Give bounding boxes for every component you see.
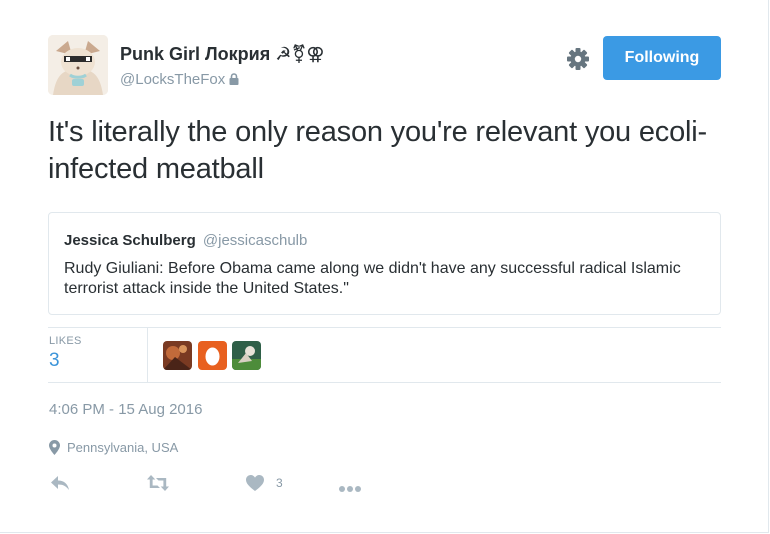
quoted-tweet[interactable]: Jessica Schulberg @jessicaschulb Rudy Gi… <box>48 212 721 315</box>
avatar[interactable] <box>48 35 108 95</box>
liker-avatar[interactable] <box>163 341 192 370</box>
likes-count[interactable]: 3 <box>49 350 60 372</box>
tweet-text: It's literally the only reason you're re… <box>48 116 707 185</box>
user-screen-name[interactable]: @LocksTheFox <box>120 71 239 89</box>
tweet-permalink: Punk Girl Локрия ☭⚧⚢ @LocksTheFox Follow… <box>0 0 769 533</box>
tweet-timestamp[interactable]: 4:06 PM - 15 Aug 2016 <box>49 401 202 418</box>
quoted-tweet-header: Jessica Schulberg @jessicaschulb <box>64 232 307 249</box>
user-display-name[interactable]: Punk Girl Локрия ☭⚧⚢ <box>120 44 325 65</box>
heart-icon[interactable] <box>245 474 265 497</box>
gear-icon[interactable] <box>565 46 591 72</box>
stats-divider-top <box>48 327 721 328</box>
lock-icon <box>229 72 239 89</box>
more-icon[interactable] <box>338 480 362 498</box>
like-count: 3 <box>276 476 283 490</box>
screen-name-text[interactable]: @LocksTheFox <box>120 71 225 88</box>
likes-label: LIKES <box>49 335 82 347</box>
liker-avatar[interactable] <box>232 341 261 370</box>
following-button[interactable]: Following <box>603 36 721 80</box>
stats-divider-bottom <box>48 382 721 383</box>
liker-avatar[interactable] <box>198 341 227 370</box>
quoted-user-handle[interactable]: @jessicaschulb <box>203 232 307 249</box>
retweet-icon[interactable] <box>146 474 170 497</box>
reply-icon[interactable] <box>50 474 70 497</box>
tweet-location[interactable]: Pennsylvania, USA <box>49 440 178 458</box>
quoted-tweet-text: Rudy Giuliani: Before Obama came along w… <box>64 260 681 297</box>
stats-divider-vertical <box>147 328 148 382</box>
quoted-user-name[interactable]: Jessica Schulberg <box>64 232 196 249</box>
location-pin-icon <box>49 440 60 458</box>
location-text[interactable]: Pennsylvania, USA <box>67 440 178 455</box>
